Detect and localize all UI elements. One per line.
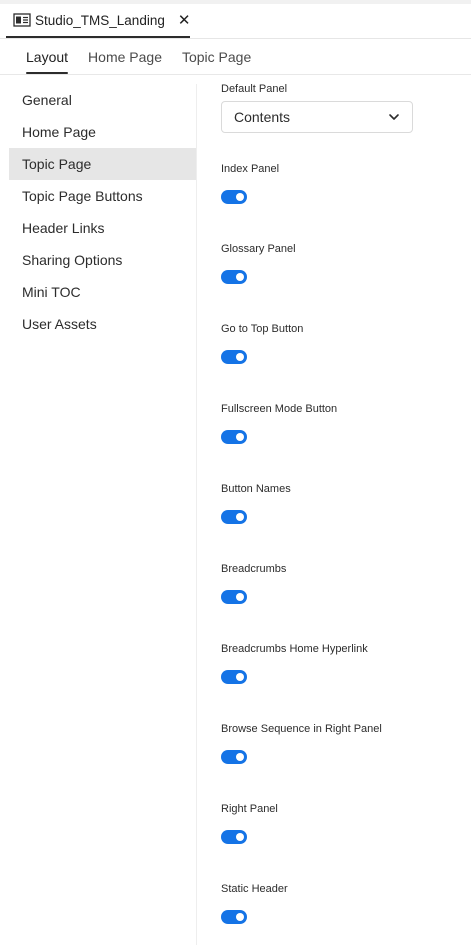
layout-subtabs: Layout Home Page Topic Page (16, 40, 261, 74)
toggle-knob (236, 433, 244, 441)
toggle-knob (236, 593, 244, 601)
go-to-top-toggle[interactable] (221, 350, 247, 364)
breadcrumbs-toggle[interactable] (221, 590, 247, 604)
index-panel-label: Index Panel (221, 163, 280, 175)
static-header-setting: Static Header (221, 880, 461, 945)
browse-sequence-setting: Browse Sequence in Right Panel (221, 720, 461, 800)
toggle-knob (236, 753, 244, 761)
index-panel-setting: Index Panel (221, 160, 461, 240)
sidebar-divider (196, 84, 197, 945)
sidebar-item-topic-page-buttons[interactable]: Topic Page Buttons (9, 180, 196, 212)
default-panel-value: Contents (234, 109, 291, 125)
breadcrumbs-home-hyperlink-setting: Breadcrumbs Home Hyperlink (221, 640, 461, 720)
document-tab-title: Studio_TMS_Landing (35, 12, 165, 28)
document-tab[interactable]: Studio_TMS_Landing ✕ (6, 4, 190, 38)
breadcrumbs-label: Breadcrumbs (221, 563, 287, 575)
glossary-panel-toggle[interactable] (221, 270, 247, 284)
sidebar-item-home-page[interactable]: Home Page (9, 116, 196, 148)
right-panel-label: Right Panel (221, 803, 278, 815)
button-names-toggle[interactable] (221, 510, 247, 524)
toggle-knob (236, 673, 244, 681)
close-tab-icon[interactable]: ✕ (178, 13, 191, 28)
sidebar-item-header-links[interactable]: Header Links (9, 212, 196, 244)
button-names-setting: Button Names (221, 480, 461, 560)
toggle-knob (236, 513, 244, 521)
default-panel-label: Default Panel (221, 83, 288, 95)
document-icon (13, 13, 31, 27)
topic-page-settings: Default Panel Contents Index Panel Gloss… (221, 80, 461, 945)
fullscreen-mode-label: Fullscreen Mode Button (221, 403, 338, 415)
tab-topic-page[interactable]: Topic Page (172, 40, 261, 74)
tab-layout[interactable]: Layout (16, 40, 78, 74)
static-header-toggle[interactable] (221, 910, 247, 924)
right-panel-toggle[interactable] (221, 830, 247, 844)
button-names-label: Button Names (221, 483, 291, 495)
toggle-knob (236, 193, 244, 201)
sidebar-item-mini-toc[interactable]: Mini TOC (9, 276, 196, 308)
right-panel-setting: Right Panel (221, 800, 461, 880)
app-window: Studio_TMS_Landing ✕ Layout Home Page To… (0, 0, 471, 945)
tab-home-page[interactable]: Home Page (78, 40, 172, 74)
toggle-knob (236, 833, 244, 841)
chevron-down-icon (388, 111, 400, 123)
browse-sequence-label: Browse Sequence in Right Panel (221, 723, 382, 735)
go-to-top-label: Go to Top Button (221, 323, 304, 335)
subtab-divider (0, 74, 471, 75)
default-panel-field: Default Panel Contents (221, 80, 461, 160)
default-panel-select[interactable]: Contents (221, 101, 413, 133)
sidebar-item-general[interactable]: General (9, 84, 196, 116)
toggle-knob (236, 913, 244, 921)
breadcrumbs-home-hyperlink-toggle[interactable] (221, 670, 247, 684)
index-panel-toggle[interactable] (221, 190, 247, 204)
sidebar-item-sharing-options[interactable]: Sharing Options (9, 244, 196, 276)
glossary-panel-label: Glossary Panel (221, 243, 296, 255)
browse-sequence-toggle[interactable] (221, 750, 247, 764)
static-header-label: Static Header (221, 883, 288, 895)
fullscreen-mode-toggle[interactable] (221, 430, 247, 444)
breadcrumbs-home-hyperlink-label: Breadcrumbs Home Hyperlink (221, 643, 368, 655)
toggle-knob (236, 353, 244, 361)
sidebar-item-topic-page[interactable]: Topic Page (9, 148, 196, 180)
settings-sidebar: General Home Page Topic Page Topic Page … (9, 84, 196, 340)
breadcrumbs-setting: Breadcrumbs (221, 560, 461, 640)
toggle-knob (236, 273, 244, 281)
glossary-panel-setting: Glossary Panel (221, 240, 461, 320)
tab-strip-divider (0, 38, 471, 39)
sidebar-item-user-assets[interactable]: User Assets (9, 308, 196, 340)
fullscreen-mode-setting: Fullscreen Mode Button (221, 400, 461, 480)
go-to-top-setting: Go to Top Button (221, 320, 461, 400)
